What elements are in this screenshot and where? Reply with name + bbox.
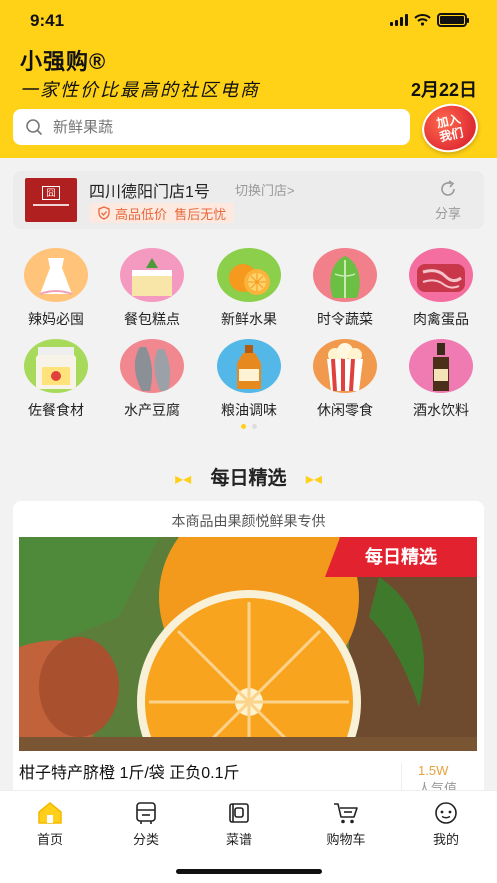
status-time: 9:41 (30, 11, 65, 30)
category-label: 新鲜水果 (221, 311, 277, 327)
pager-dot[interactable] (251, 424, 257, 429)
tab-recipe[interactable]: 菜谱 (209, 801, 269, 848)
category-item[interactable]: 肉禽蛋品 (401, 248, 481, 329)
category-item[interactable]: 时令蔬菜 (305, 248, 385, 329)
category-label: 佐餐食材 (28, 402, 84, 418)
category-item[interactable]: 新鲜水果 (209, 248, 289, 329)
product-image: 每日精选 (19, 537, 477, 751)
tab-label: 分类 (132, 832, 159, 847)
popularity-value: 1.5W (418, 763, 449, 778)
wifi-icon (414, 14, 431, 26)
shield-icon (98, 206, 110, 220)
daily-section-header: ▸◂ 每日精选 ▸◂ (0, 463, 497, 490)
switch-store-link[interactable]: 切换门店> (235, 180, 295, 199)
store-promise-badge: 高品低价 售后无忧 (89, 203, 235, 223)
daily-product-card[interactable]: 本商品由果颜悦鲜果专供 每日精选 柑子特产脐橙 1斤/袋 正负0.1斤 1.5W (13, 501, 484, 801)
arrow-left-icon: ▸◂ (305, 470, 322, 488)
home-icon (38, 802, 62, 824)
section-title: 每日精选 (210, 468, 287, 489)
tab-profile[interactable]: 我的 (416, 801, 476, 848)
category-label: 辣妈必囤 (28, 311, 84, 327)
profile-icon (435, 802, 457, 824)
cake-icon (120, 248, 184, 302)
fish-icon (120, 339, 184, 393)
category-label: 粮油调味 (221, 402, 277, 418)
store-logo: 囧 (25, 178, 77, 222)
pager-dot-active[interactable] (240, 424, 246, 429)
slogan: 一家性价比最高的社区电商 (20, 80, 260, 101)
product-title: 柑子特产脐橙 1斤/袋 正负0.1斤 (19, 765, 240, 782)
category-item[interactable]: 粮油调味 (209, 339, 289, 420)
category-label: 休闲零食 (317, 402, 373, 418)
category-label: 餐包糕点 (124, 311, 180, 327)
daily-badge: 每日精选 (325, 537, 477, 577)
current-date: 2月22日 (410, 80, 477, 100)
category-label: 肉禽蛋品 (413, 311, 469, 327)
tab-label: 购物车 (326, 832, 366, 847)
category-icon (136, 802, 156, 824)
search-input[interactable] (53, 109, 393, 145)
category-item[interactable]: 佐餐食材 (16, 339, 96, 420)
battery-icon (437, 13, 469, 27)
category-label: 水产豆腐 (124, 402, 180, 418)
store-promise-text: 高品低价 售后无忧 (115, 206, 227, 222)
join-us-button[interactable]: 加入 我们 (417, 98, 483, 158)
tab-label: 我的 (432, 832, 459, 847)
status-bar: 9:41 (0, 0, 497, 40)
category-label: 时令蔬菜 (317, 311, 373, 327)
category-item[interactable]: 辣妈必囤 (16, 248, 96, 329)
cart-icon (334, 803, 358, 824)
tab-cart[interactable]: 购物车 (316, 801, 376, 848)
arrow-right-icon: ▸◂ (175, 470, 192, 488)
jar-icon (24, 339, 88, 393)
store-card: 囧 四川德阳门店1号 切换门店> 高品低价 售后无忧 分享 (13, 171, 484, 229)
cabbage-icon (313, 248, 377, 302)
bottle-icon (409, 339, 473, 393)
header: 9:41 小强购® 一家性价比最高的社区电商 2月22日 加入 我们 (0, 0, 497, 158)
tab-label: 菜谱 (225, 832, 252, 847)
oil-icon (217, 339, 281, 393)
recipe-icon (229, 803, 249, 823)
search-icon (26, 119, 42, 135)
category-item[interactable]: 休闲零食 (305, 339, 385, 420)
category-label: 酒水饮料 (413, 402, 469, 418)
share-button[interactable]: 分享 (430, 179, 466, 222)
dress-icon (24, 248, 88, 302)
tab-home[interactable]: 首页 (20, 801, 80, 848)
popcorn-icon (313, 339, 377, 393)
share-icon (441, 180, 455, 196)
share-label: 分享 (434, 206, 461, 221)
category-item[interactable]: 水产豆腐 (112, 339, 192, 420)
tab-category[interactable]: 分类 (116, 801, 176, 848)
orange-icon (217, 248, 281, 302)
tab-label: 首页 (36, 832, 63, 847)
meat-icon (409, 248, 473, 302)
home-indicator (176, 869, 322, 874)
status-icons (390, 13, 469, 27)
app-title: 小强购® (20, 49, 107, 74)
search-bar[interactable] (13, 109, 410, 145)
supplier-note: 本商品由果颜悦鲜果专供 (171, 513, 326, 529)
category-item[interactable]: 餐包糕点 (112, 248, 192, 329)
category-pager (0, 424, 497, 429)
signal-icon (390, 14, 408, 26)
store-name: 四川德阳门店1号 (89, 184, 210, 201)
category-item[interactable]: 酒水饮料 (401, 339, 481, 420)
